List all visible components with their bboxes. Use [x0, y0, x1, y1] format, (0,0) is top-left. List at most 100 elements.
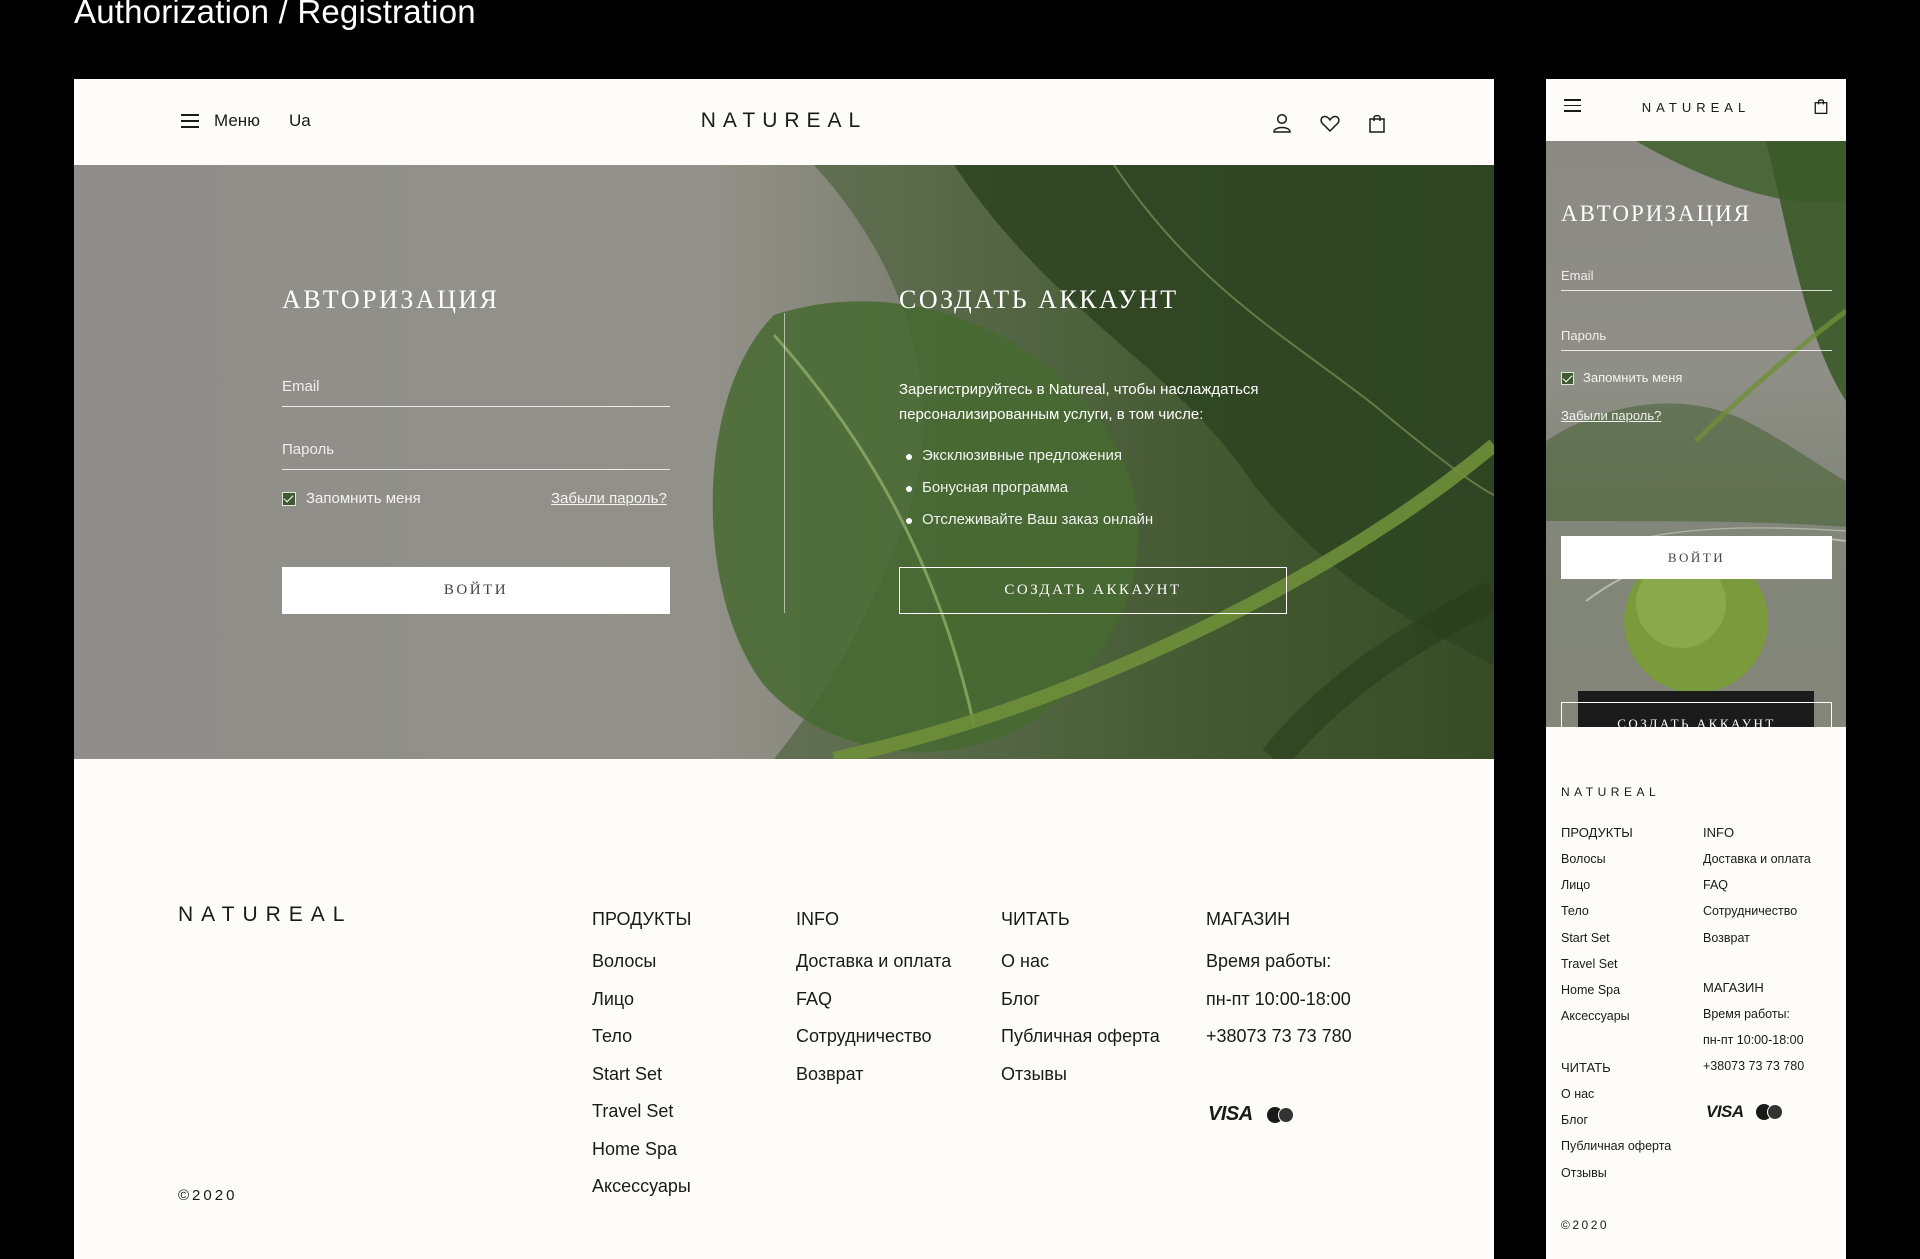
footer-link[interactable]: Возврат	[796, 1062, 951, 1100]
footer-link[interactable]: О нас	[1561, 1086, 1671, 1112]
footer-link[interactable]: Отзывы	[1001, 1062, 1160, 1100]
bag-icon[interactable]	[1812, 97, 1830, 115]
leaf-background-image	[1546, 141, 1846, 727]
footer-link[interactable]: Волосы	[1561, 851, 1633, 877]
footer-link[interactable]: Travel Set	[592, 1099, 691, 1137]
auth-hero: АВТОРИЗАЦИЯ Email Пароль Запомнить меня …	[74, 165, 1494, 759]
remember-label: Запомнить меня	[306, 490, 421, 507]
desktop-mockup: Меню Ua NATUREAL АВТОРИЗАЦИЯ Email Парол…	[74, 79, 1494, 1259]
user-icon[interactable]	[1271, 112, 1293, 134]
visa-logo: VISA	[1208, 1103, 1253, 1125]
working-hours: пн-пт 10:00-18:00	[1703, 1033, 1804, 1048]
footer-logo[interactable]: NATUREAL	[178, 903, 352, 927]
footer-link[interactable]: Тело	[592, 1024, 691, 1062]
footer-link[interactable]: Лицо	[592, 987, 691, 1025]
register-title: СОЗДАТЬ АККАУНТ	[899, 285, 1179, 314]
forgot-password-link[interactable]: Забыли пароль?	[551, 490, 667, 507]
bag-icon[interactable]	[1366, 112, 1388, 134]
footer-column-title: МАГАЗИН	[1703, 980, 1764, 995]
mobile-mockup: NATUREAL АВТОРИЗАЦИЯ Email Пароль Запомн…	[1546, 79, 1846, 1259]
footer-link[interactable]: Сотрудничество	[796, 1024, 951, 1062]
password-field[interactable]: Пароль	[282, 441, 334, 458]
footer-link[interactable]: Отзывы	[1561, 1165, 1671, 1191]
remember-label: Запомнить меня	[1583, 370, 1683, 385]
footer-link[interactable]: Возврат	[1703, 930, 1811, 956]
email-underline	[282, 406, 670, 407]
footer-logo[interactable]: NATUREAL	[1561, 785, 1660, 799]
footer-column-info: INFO Доставка и оплата FAQ Сотрудничеств…	[796, 909, 951, 1099]
email-field[interactable]: Email	[282, 378, 320, 395]
working-hours-label: Время работы:	[1703, 1007, 1790, 1021]
footer-column-shop: МАГАЗИН Время работы: пн-пт 10:00-18:00 …	[1703, 980, 1804, 1085]
footer-column-read: ЧИТАТЬ О нас Блог Публичная оферта Отзыв…	[1561, 1060, 1671, 1191]
heart-icon[interactable]	[1319, 112, 1341, 134]
footer-link[interactable]: Home Spa	[592, 1137, 691, 1175]
footer-link[interactable]: Аксессуары	[592, 1174, 691, 1212]
footer-link[interactable]: О нас	[1001, 949, 1160, 987]
footer-link[interactable]: Start Set	[592, 1062, 691, 1100]
site-header: Меню Ua NATUREAL	[74, 79, 1494, 165]
forgot-password-link[interactable]: Забыли пароль?	[1561, 408, 1661, 423]
footer-link[interactable]: Лицо	[1561, 877, 1633, 903]
login-button[interactable]: ВОЙТИ	[1561, 536, 1832, 579]
footer-column-title: ПРОДУКТЫ	[1561, 825, 1633, 840]
password-field[interactable]: Пароль	[1561, 328, 1606, 343]
footer-column-info: INFO Доставка и оплата FAQ Сотрудничеств…	[1703, 825, 1811, 956]
footer-link[interactable]: Волосы	[592, 949, 691, 987]
phone-link[interactable]: +38073 73 73 780	[1703, 1058, 1804, 1084]
password-underline	[1561, 350, 1832, 351]
footer-link[interactable]: Home Spa	[1561, 982, 1633, 1008]
footer-link[interactable]: FAQ	[796, 987, 951, 1025]
payment-methods: VISA	[1208, 1103, 1295, 1126]
footer-column-title: INFO	[1703, 825, 1735, 840]
footer-column-title: ЧИТАТЬ	[1001, 909, 1070, 929]
phone-link[interactable]: +38073 73 73 780	[1206, 1024, 1352, 1062]
create-account-button[interactable]: СОЗДАТЬ АККАУНТ	[899, 567, 1287, 614]
footer-link[interactable]: FAQ	[1703, 877, 1811, 903]
footer-link[interactable]: Тело	[1561, 903, 1633, 929]
footer-link[interactable]: Сотрудничество	[1703, 903, 1811, 929]
footer-column-shop: МАГАЗИН Время работы: пн-пт 10:00-18:00 …	[1206, 909, 1352, 1062]
password-underline	[282, 469, 670, 470]
footer-link[interactable]: Публичная оферта	[1001, 1024, 1160, 1062]
footer-column-title: INFO	[796, 909, 839, 929]
footer-link[interactable]: Start Set	[1561, 930, 1633, 956]
working-hours-label: Время работы:	[1206, 951, 1332, 971]
footer-link[interactable]: Доставка и оплата	[796, 949, 951, 987]
register-intro: Зарегистрируйтесь в Natureal, чтобы насл…	[899, 381, 1259, 423]
footer-column-title: МАГАЗИН	[1206, 909, 1291, 929]
email-underline	[1561, 290, 1832, 291]
login-title: АВТОРИЗАЦИЯ	[282, 285, 500, 314]
auth-hero: АВТОРИЗАЦИЯ Email Пароль Запомнить меня …	[1546, 141, 1846, 727]
login-title: АВТОРИЗАЦИЯ	[1561, 201, 1752, 226]
divider	[784, 313, 785, 613]
footer-column-read: ЧИТАТЬ О нас Блог Публичная оферта Отзыв…	[1001, 909, 1160, 1099]
site-logo[interactable]: NATUREAL	[1546, 100, 1846, 115]
footer-link[interactable]: Публичная оферта	[1561, 1138, 1671, 1164]
visa-logo: VISA	[1706, 1102, 1744, 1121]
footer-column-products: ПРОДУКТЫ Волосы Лицо Тело Start Set Trav…	[592, 909, 691, 1212]
footer-column-title: ПРОДУКТЫ	[592, 909, 692, 929]
payment-methods: VISA	[1706, 1102, 1784, 1122]
mastercard-logo	[1755, 1104, 1784, 1120]
remember-checkbox[interactable]	[282, 492, 296, 506]
list-item: Отслеживайте Ваш заказ онлайн	[899, 504, 1153, 536]
create-account-button[interactable]: СОЗДАТЬ АККАУНТ	[1561, 702, 1832, 727]
page-title: Authorization / Registration	[74, 0, 476, 30]
footer-link[interactable]: Travel Set	[1561, 956, 1633, 982]
footer-link[interactable]: Аксессуары	[1561, 1008, 1633, 1034]
benefits-list: Эксклюзивные предложения Бонусная програ…	[899, 440, 1153, 536]
copyright: ©2020	[1561, 1218, 1610, 1232]
email-field[interactable]: Email	[1561, 268, 1594, 283]
remember-checkbox[interactable]	[1561, 372, 1574, 385]
mastercard-logo	[1266, 1106, 1295, 1123]
footer-link[interactable]: Доставка и оплата	[1703, 851, 1811, 877]
copyright: ©2020	[178, 1187, 238, 1204]
working-hours: пн-пт 10:00-18:00	[1206, 988, 1351, 1009]
footer-link[interactable]: Блог	[1001, 987, 1160, 1025]
footer-column-title: ЧИТАТЬ	[1561, 1060, 1611, 1075]
list-item: Эксклюзивные предложения	[899, 440, 1153, 472]
list-item: Бонусная программа	[899, 472, 1153, 504]
footer-link[interactable]: Блог	[1561, 1112, 1671, 1138]
login-button[interactable]: ВОЙТИ	[282, 567, 670, 614]
